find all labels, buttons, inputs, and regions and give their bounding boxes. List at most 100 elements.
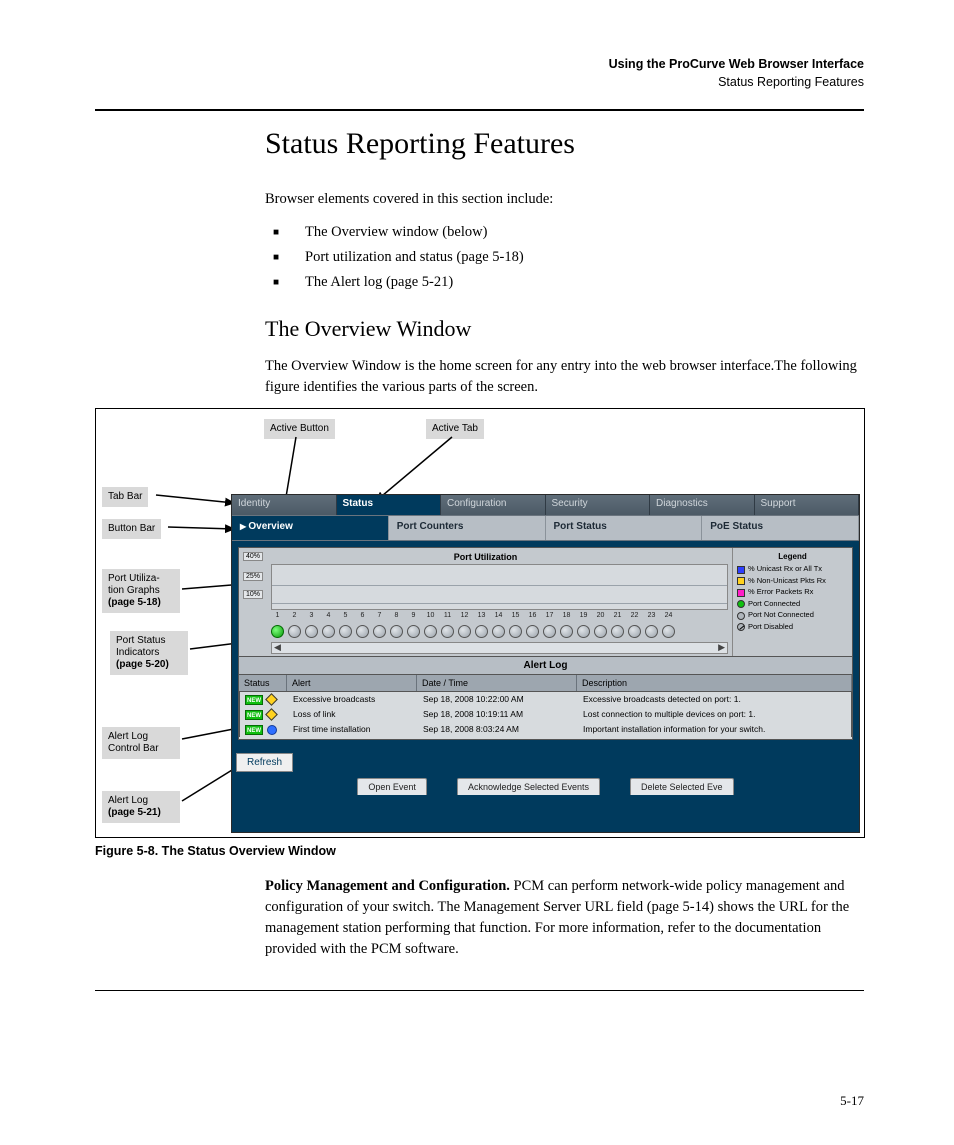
port-number: 16: [526, 612, 539, 619]
port-number: 10: [424, 612, 437, 619]
port-number: 20: [594, 612, 607, 619]
port-indicator[interactable]: [356, 625, 369, 638]
callout-active-tab: Active Tab: [426, 419, 484, 439]
port-indicator[interactable]: [339, 625, 352, 638]
port-number: 2: [288, 612, 301, 619]
port-number: 9: [407, 612, 420, 619]
legend-title: Legend: [737, 551, 848, 562]
port-number: 3: [305, 612, 318, 619]
port-number: 6: [356, 612, 369, 619]
port-number: 14: [492, 612, 505, 619]
alert-desc-cell: Important installation information for y…: [578, 722, 851, 737]
port-indicator[interactable]: [271, 625, 284, 638]
port-number: 4: [322, 612, 335, 619]
btn-port-status[interactable]: Port Status: [546, 516, 703, 540]
port-indicator[interactable]: [475, 625, 488, 638]
alert-name-cell: Loss of link: [288, 707, 418, 722]
alert-action-row: Open Event Acknowledge Selected Events D…: [232, 774, 859, 795]
port-number: 13: [475, 612, 488, 619]
port-indicator[interactable]: [458, 625, 471, 638]
tab-status[interactable]: Status: [337, 495, 442, 515]
port-number: 1: [271, 612, 284, 619]
btn-overview[interactable]: Overview: [232, 516, 389, 540]
btn-port-counters[interactable]: Port Counters: [389, 516, 546, 540]
rule-light: [95, 990, 864, 991]
tab-bar: Identity Status Configuration Security D…: [232, 495, 859, 515]
alert-desc-cell: Excessive broadcasts detected on port: 1…: [578, 692, 851, 707]
alert-log-header: Status Alert Date / Time Description: [238, 675, 853, 692]
alert-name-cell: Excessive broadcasts: [288, 692, 418, 707]
port-scrollbar[interactable]: [271, 642, 728, 654]
alert-datetime-cell: Sep 18, 2008 10:19:11 AM: [418, 707, 578, 722]
port-number: 8: [390, 612, 403, 619]
port-indicator[interactable]: [509, 625, 522, 638]
port-number: 24: [662, 612, 675, 619]
open-event-button[interactable]: Open Event: [357, 778, 427, 795]
port-indicator-row: [271, 625, 728, 638]
col-status[interactable]: Status: [239, 675, 287, 691]
app-window: Identity Status Configuration Security D…: [231, 494, 860, 833]
bullet-item: The Alert log (page 5-21): [287, 270, 864, 295]
port-utilization-title: Port Utilization: [243, 552, 728, 562]
tab-support[interactable]: Support: [755, 495, 860, 515]
col-alert[interactable]: Alert: [287, 675, 417, 691]
port-number: 18: [560, 612, 573, 619]
tab-identity[interactable]: Identity: [232, 495, 337, 515]
port-indicator[interactable]: [390, 625, 403, 638]
port-indicator[interactable]: [543, 625, 556, 638]
port-indicator[interactable]: [407, 625, 420, 638]
port-number: 12: [458, 612, 471, 619]
col-datetime[interactable]: Date / Time: [417, 675, 577, 691]
port-indicator[interactable]: [305, 625, 318, 638]
alert-log-title: Alert Log: [238, 657, 853, 675]
delete-button[interactable]: Delete Selected Eve: [630, 778, 734, 795]
tab-configuration[interactable]: Configuration: [441, 495, 546, 515]
legend-disabled: Port Disabled: [737, 622, 848, 633]
port-number: 11: [441, 612, 454, 619]
port-indicator[interactable]: [373, 625, 386, 638]
port-indicator[interactable]: [441, 625, 454, 638]
refresh-button[interactable]: Refresh: [236, 753, 293, 772]
alert-datetime-cell: Sep 18, 2008 10:22:00 AM: [418, 692, 578, 707]
port-indicator[interactable]: [560, 625, 573, 638]
alert-row[interactable]: NEWFirst time installationSep 18, 2008 8…: [239, 722, 852, 737]
tab-security[interactable]: Security: [546, 495, 651, 515]
button-bar: Overview Port Counters Port Status PoE S…: [232, 515, 859, 541]
btn-poe-status[interactable]: PoE Status: [702, 516, 859, 540]
subheading: The Overview Window: [265, 316, 864, 342]
alert-status-cell: NEW: [240, 722, 288, 737]
bullet-list: The Overview window (below) Port utiliza…: [265, 220, 864, 294]
port-indicator[interactable]: [611, 625, 624, 638]
alert-row[interactable]: NEWExcessive broadcastsSep 18, 2008 10:2…: [239, 692, 852, 707]
callout-port-status: Port Status Indicators (page 5-20): [110, 631, 188, 675]
page-number: 5-17: [840, 1093, 864, 1109]
port-number: 23: [645, 612, 658, 619]
alert-log-body: NEWExcessive broadcastsSep 18, 2008 10:2…: [238, 692, 853, 740]
legend-nonunicast: % Non-Unicast Pkts Rx: [737, 576, 848, 587]
intro-paragraph: Browser elements covered in this section…: [265, 189, 864, 210]
port-indicator[interactable]: [526, 625, 539, 638]
alert-row[interactable]: NEWLoss of linkSep 18, 2008 10:19:11 AML…: [239, 707, 852, 722]
port-indicator[interactable]: [424, 625, 437, 638]
running-head-title: Using the ProCurve Web Browser Interface: [95, 55, 864, 73]
tab-diagnostics[interactable]: Diagnostics: [650, 495, 755, 515]
port-indicator[interactable]: [628, 625, 641, 638]
alert-desc-cell: Lost connection to multiple devices on p…: [578, 707, 851, 722]
utilization-graph: [271, 564, 728, 610]
port-indicator[interactable]: [577, 625, 590, 638]
port-indicator[interactable]: [322, 625, 335, 638]
port-number: 19: [577, 612, 590, 619]
col-description[interactable]: Description: [577, 675, 852, 691]
policy-heading: Policy Management and Configuration.: [265, 878, 510, 894]
overview-paragraph: The Overview Window is the home screen f…: [265, 356, 864, 398]
port-indicator[interactable]: [492, 625, 505, 638]
port-indicator[interactable]: [662, 625, 675, 638]
port-number: 7: [373, 612, 386, 619]
port-indicator[interactable]: [645, 625, 658, 638]
acknowledge-button[interactable]: Acknowledge Selected Events: [457, 778, 600, 795]
port-indicator[interactable]: [288, 625, 301, 638]
port-number: 22: [628, 612, 641, 619]
scale-10: 10%: [243, 590, 263, 599]
port-indicator[interactable]: [594, 625, 607, 638]
callout-alert-log: Alert Log (page 5-21): [102, 791, 180, 823]
